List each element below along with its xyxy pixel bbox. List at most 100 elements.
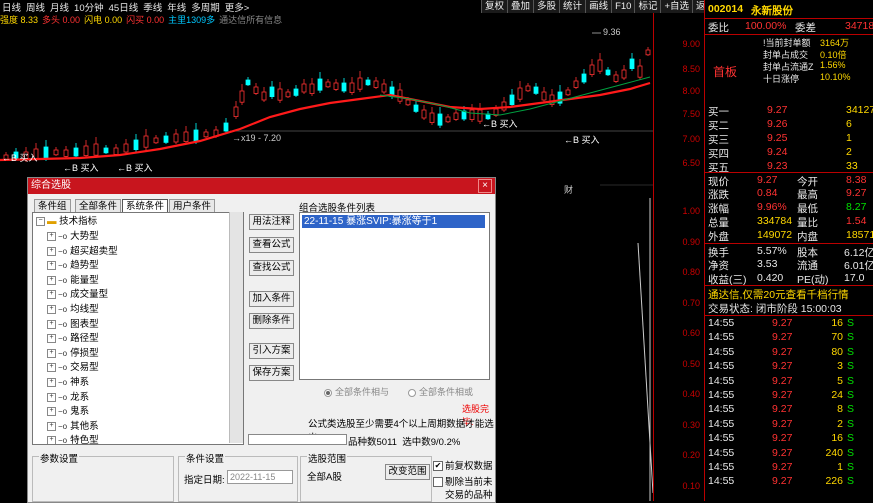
tree-item[interactable]: + −o 神系 (47, 376, 89, 390)
axis-tick: 9.00 (682, 39, 700, 49)
expand-icon[interactable]: + (47, 261, 56, 271)
tree-item[interactable]: + −o 超买超卖型 (47, 245, 118, 259)
expand-icon[interactable]: + (47, 407, 56, 417)
view-formula-button[interactable]: 查看公式 (249, 237, 294, 253)
tab-all-conditions[interactable]: 全部条件 (75, 199, 122, 213)
buy-row[interactable]: 买三 9.25 1 (705, 131, 873, 146)
expand-icon[interactable]: + (47, 392, 56, 402)
expand-icon[interactable]: + (47, 348, 56, 358)
period-tab-5[interactable]: 季线 (143, 0, 162, 14)
expand-icon[interactable]: + (47, 231, 56, 241)
expand-icon[interactable]: + (47, 436, 56, 444)
period-tab-7[interactable]: 多周期 (191, 0, 220, 14)
period-tab-8[interactable]: 更多> (225, 0, 250, 14)
condition-item-selected[interactable]: 22-11-15 暴涨SVIP:暴涨等于1 (302, 215, 485, 228)
first-board-badge: 首板 (713, 65, 738, 79)
period-tab-1[interactable]: 周线 (26, 0, 45, 14)
formula-icon: −o (58, 378, 68, 387)
buy-row[interactable]: 买二 9.26 6 (705, 117, 873, 132)
toolbar-button-0[interactable]: 复权 (481, 0, 508, 13)
formula-icon: −o (58, 232, 68, 241)
toolbar-button-4[interactable]: 画线 (585, 0, 612, 13)
period-tab-3[interactable]: 10分钟 (74, 0, 104, 14)
import-plan-button[interactable]: 引入方案 (249, 343, 294, 359)
expand-icon[interactable]: + (47, 319, 56, 329)
stats: 品种数5011 选中数9/0.2% (348, 434, 460, 448)
candle (285, 91, 291, 98)
period-tab-2[interactable]: 月线 (50, 0, 69, 14)
candle (613, 74, 619, 82)
expand-icon[interactable]: + (47, 363, 56, 373)
add-condition-button[interactable]: 加入条件 (249, 291, 294, 307)
expand-icon[interactable]: + (47, 275, 56, 285)
candle (301, 83, 307, 93)
date-input[interactable]: 2022-11-15 (227, 470, 293, 484)
tree-scrollbar[interactable] (229, 212, 243, 443)
save-plan-button[interactable]: 保存方案 (249, 365, 294, 381)
formula-icon: −o (58, 275, 68, 285)
expand-icon[interactable]: + (47, 421, 56, 431)
candle (445, 116, 451, 123)
close-icon[interactable]: × (478, 179, 492, 193)
candle (53, 149, 59, 156)
tree-item[interactable]: + −o 图表型 (47, 318, 99, 332)
chk-exclude[interactable]: 剔除当前未 (433, 474, 493, 488)
tab-user-conditions[interactable]: 用户条件 (169, 199, 216, 213)
tree-root[interactable]: − ▬ 技术指标 (36, 215, 97, 229)
condition-list[interactable]: 22-11-15 暴涨SVIP:暴涨等于1 (299, 212, 490, 380)
usage-note-button[interactable]: 用法注释 (249, 214, 294, 230)
period-tab-0[interactable]: 日线 (2, 0, 21, 14)
expand-icon[interactable]: + (47, 334, 56, 344)
tree-item[interactable]: + −o 路径型 (47, 332, 99, 346)
buy-row[interactable]: 买一 9.27 34127 (705, 103, 873, 118)
tree-item[interactable]: + −o 大势型 (47, 230, 99, 244)
checkbox-icon[interactable] (433, 477, 443, 488)
axis-tick: 0.30 (682, 419, 700, 430)
expand-icon[interactable]: + (47, 246, 56, 256)
tab-condition-group[interactable]: 条件组 (34, 199, 71, 213)
tree-item[interactable]: + −o 特色型 (47, 434, 99, 444)
formula-icon: −o (58, 261, 68, 271)
expand-icon[interactable]: + (47, 377, 56, 387)
tree-item[interactable]: + −o 龙系 (47, 391, 89, 405)
quote-panel: 002014 永新股份 委比 100.00% 委差 34718 !当前封单额 31… (704, 0, 873, 501)
tree-item[interactable]: + −o 趋势型 (47, 259, 99, 273)
change-range-button[interactable]: 改变范围 (385, 464, 430, 480)
period-tab-4[interactable]: 45日线 (109, 0, 139, 14)
tab-system-conditions[interactable]: 系统条件 (122, 199, 169, 213)
tree-item[interactable]: + −o 能量型 (47, 274, 99, 288)
range-value: 全部A股 (307, 472, 342, 483)
tree-item[interactable]: + −o 成交量型 (47, 288, 108, 302)
toolbar-button-3[interactable]: 统计 (559, 0, 586, 13)
delete-condition-button[interactable]: 删除条件 (249, 313, 294, 329)
tick-row: 14:55 9.27 16 S (708, 317, 855, 329)
candle (261, 91, 267, 101)
chk-qfq[interactable]: ✔ 前复权数据 (433, 458, 493, 472)
tree-item[interactable]: + −o 其他系 (47, 420, 99, 434)
quote-row: 涨幅 9.96% 最低 8.27 (708, 201, 867, 215)
candle (565, 89, 571, 96)
tree-item[interactable]: + −o 停损型 (47, 347, 99, 361)
toolbar-button-7[interactable]: +自选 (660, 0, 693, 13)
formula-icon: −o (58, 392, 68, 402)
ad-banner[interactable]: 通达信,仅需20元查看千档行情 (705, 285, 873, 301)
period-tab-6[interactable]: 年线 (167, 0, 186, 14)
tree-item[interactable]: + −o 交易型 (47, 361, 99, 375)
tree-item[interactable]: + −o 鬼系 (47, 405, 89, 419)
radio-and[interactable]: 全部条件相与 (324, 385, 389, 398)
toolbar-button-5[interactable]: F10 (611, 0, 635, 13)
toolbar-button-1[interactable]: 叠加 (507, 0, 534, 13)
radio-or[interactable]: 全部条件相或 (408, 385, 473, 398)
buy-row[interactable]: 买四 9.24 2 (705, 145, 873, 160)
checkbox-icon[interactable]: ✔ (433, 461, 443, 472)
expand-icon[interactable]: + (47, 290, 56, 300)
toolbar-button-6[interactable]: 标记 (634, 0, 661, 13)
collapse-icon[interactable]: − (36, 216, 45, 226)
condition-tree[interactable]: − ▬ 技术指标 + −o 大势型 + −o 超买超卖型 + −o 趋势型 + −o 能量型 + −o 成交量… (32, 212, 244, 445)
axis-tick: 0.40 (682, 389, 700, 399)
toolbar-button-2[interactable]: 多股 (533, 0, 560, 13)
find-formula-button[interactable]: 查找公式 (249, 260, 294, 276)
tree-item[interactable]: + −o 均线型 (47, 303, 99, 317)
axis-tick: 0.90 (682, 236, 700, 247)
expand-icon[interactable]: + (47, 304, 56, 314)
